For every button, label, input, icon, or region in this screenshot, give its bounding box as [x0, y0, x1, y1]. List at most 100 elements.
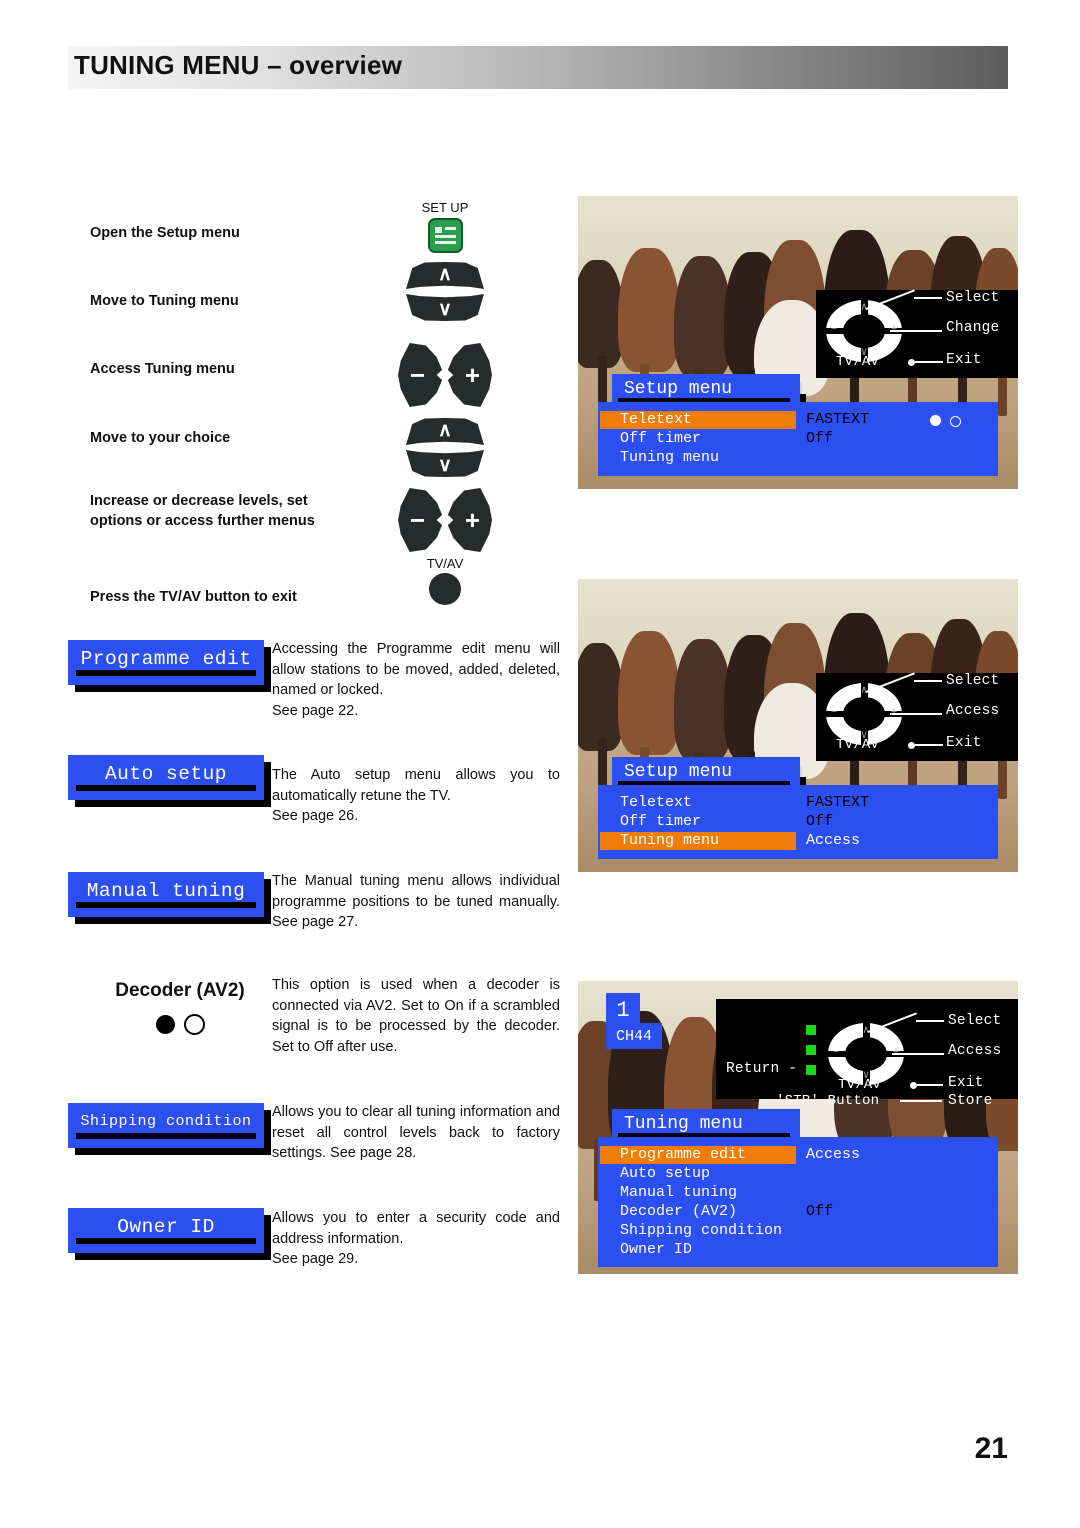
hint-label-exit: Exit	[948, 1075, 984, 1091]
osd-row-label-auto-setup[interactable]: Auto setup	[620, 1165, 710, 1183]
hint-leader-exit	[917, 1084, 943, 1086]
plus-icon[interactable]: +	[447, 343, 492, 407]
osd-row-label-tuning-menu[interactable]: Tuning menu	[620, 449, 719, 467]
chip-label: Programme edit	[68, 640, 264, 685]
step-label-increase-decrease: Increase or decrease levels, set options…	[90, 493, 315, 529]
hint-label-exit: Exit	[946, 735, 982, 751]
osd-row-value-teletext: FASTEXT	[806, 411, 870, 428]
green-led-icon-1	[806, 1025, 816, 1035]
green-led-icon-3	[806, 1065, 816, 1075]
radio-on-icon	[155, 1015, 175, 1034]
hint-label-tvav: TV/AV	[836, 354, 880, 370]
chevron-down-icon[interactable]: ∨	[406, 450, 484, 477]
hint-leader-access	[892, 1053, 944, 1055]
setup-key-label: SET UP	[421, 200, 469, 215]
remote-key-setup-group: SET UP	[390, 200, 500, 253]
chip-label: Owner ID	[68, 1208, 264, 1253]
osd-toggle-off-icon	[950, 416, 961, 427]
page-title-separator: –	[259, 50, 290, 80]
hint-label-access: Access	[948, 1043, 1002, 1059]
radio-off-icon	[183, 1014, 205, 1035]
manual-page: TUNING MENU – overview Open the Setup me…	[0, 0, 1080, 1528]
setup-menu-icon[interactable]	[427, 218, 463, 253]
chip-auto-setup[interactable]: Auto setup	[68, 755, 271, 807]
osd-row-label-off-timer[interactable]: Off timer	[620, 430, 701, 448]
chip-programme-edit[interactable]: Programme edit	[68, 640, 271, 692]
description-manual-tuning: The Manual tuning menu allows individual…	[272, 871, 560, 933]
description-decoder: This option is used when a decoder is co…	[272, 975, 560, 1057]
description-page-ref: See page 29.	[272, 1251, 359, 1267]
remote-key-tvav-group: TV/AV	[390, 556, 500, 605]
hint-label-tvav: TV/AV	[838, 1077, 882, 1093]
chevron-down-icon[interactable]: ∨	[406, 294, 484, 321]
description-body: This option is used when a decoder is co…	[272, 977, 560, 1055]
hint-leader-select-2	[916, 1020, 944, 1022]
osd-row-label-programme-edit[interactable]: Programme edit	[620, 1146, 746, 1164]
hint-leader-access	[890, 713, 942, 715]
description-shipping-condition: Allows you to clear all tuning informati…	[272, 1102, 560, 1164]
remote-minusplus-group-2: − +	[390, 488, 500, 552]
hint-label-select: Select	[948, 1013, 1002, 1029]
description-owner-id: Allows you to enter a security code and …	[272, 1208, 560, 1270]
tv-screenshot-setup-tuning: ∧ ∨ − + Select Access TV/AV Exit Setup m…	[578, 579, 1018, 872]
channel-name-badge: CH44	[606, 1023, 662, 1049]
osd-row-label-decoder-av2[interactable]: Decoder (AV2)	[620, 1203, 737, 1221]
step-label-open-setup: Open the Setup menu	[90, 225, 240, 241]
osd-row-label-off-timer[interactable]: Off timer	[620, 813, 701, 831]
hint-label-select: Select	[946, 673, 1000, 689]
osd-row-value-programme-edit: Access	[806, 1146, 861, 1163]
description-auto-setup: The Auto setup menu allows you to automa…	[272, 765, 560, 827]
description-body: Allows you to clear all tuning informati…	[272, 1104, 560, 1161]
page-number: 21	[974, 1432, 1008, 1465]
plus-icon[interactable]: +	[447, 488, 492, 552]
chip-underline	[76, 1238, 256, 1244]
page-title: TUNING MENU – overview	[74, 50, 402, 81]
osd-row-label-teletext[interactable]: Teletext	[620, 794, 692, 812]
hint-label-return: Return -	[726, 1061, 798, 1077]
hint-leader-change	[890, 330, 942, 332]
hint-leader-store	[900, 1100, 942, 1102]
description-body: Accessing the Programme edit menu will a…	[272, 641, 560, 698]
hint-label-str-button: 'STR' Button	[776, 1093, 880, 1109]
hint-dot-tvav	[908, 359, 915, 366]
tvav-key-label: TV/AV	[426, 556, 464, 571]
chip-label: Shipping condition	[68, 1103, 264, 1148]
osd-row-label-shipping-condition[interactable]: Shipping condition	[620, 1222, 782, 1240]
tv-screenshot-tuning-menu: 1 CH44 ∧ ∨ − + Return - Select Access TV…	[578, 981, 1018, 1274]
hint-label-exit: Exit	[946, 352, 982, 368]
chip-owner-id[interactable]: Owner ID	[68, 1208, 271, 1260]
chip-underline	[76, 902, 256, 908]
chip-manual-tuning[interactable]: Manual tuning	[68, 872, 271, 924]
chevron-up-icon[interactable]: ∧	[406, 418, 484, 445]
tv-screenshot-setup-teletext: ∧ ∨ − + Select Change TV/AV Exit Setup m…	[578, 196, 1018, 489]
chip-underline	[76, 670, 256, 676]
step-label-access-tuning: Access Tuning menu	[90, 361, 235, 377]
hint-dot-tvav	[910, 1082, 917, 1089]
remote-minusplus-group-1: − +	[390, 343, 500, 407]
chip-label: Auto setup	[68, 755, 264, 800]
osd-row-label-manual-tuning[interactable]: Manual tuning	[620, 1184, 737, 1202]
decoder-title: Decoder (AV2)	[115, 980, 245, 1001]
chevron-up-icon[interactable]: ∧	[406, 262, 484, 289]
osd-row-value-off-timer: Off	[806, 813, 834, 830]
description-programme-edit: Accessing the Programme edit menu will a…	[272, 639, 560, 721]
hint-label-access: Access	[946, 703, 1000, 719]
hint-label-select: Select	[946, 290, 1000, 306]
osd-row-label-tuning-menu[interactable]: Tuning menu	[620, 832, 719, 850]
hint-leader-exit	[915, 744, 943, 746]
hint-dot-tvav	[908, 742, 915, 749]
osd-row-label-owner-id[interactable]: Owner ID	[620, 1241, 692, 1259]
description-body: The Auto setup menu allows you to automa…	[272, 767, 560, 804]
hint-leader-select-2	[914, 680, 942, 682]
minus-icon[interactable]: −	[398, 488, 443, 552]
step-label-move-choice: Move to your choice	[90, 430, 231, 446]
minus-icon[interactable]: −	[398, 343, 443, 407]
tvav-button-icon[interactable]	[429, 573, 461, 605]
decoder-toggle-indicator	[90, 1014, 270, 1035]
description-body: The Manual tuning menu allows individual…	[272, 873, 560, 930]
hint-label-change: Change	[946, 320, 1000, 336]
osd-row-label-teletext[interactable]: Teletext	[620, 411, 692, 429]
osd-row-value-off-timer: Off	[806, 430, 834, 447]
chip-shipping-condition[interactable]: Shipping condition	[68, 1103, 271, 1155]
chip-label: Manual tuning	[68, 872, 264, 917]
